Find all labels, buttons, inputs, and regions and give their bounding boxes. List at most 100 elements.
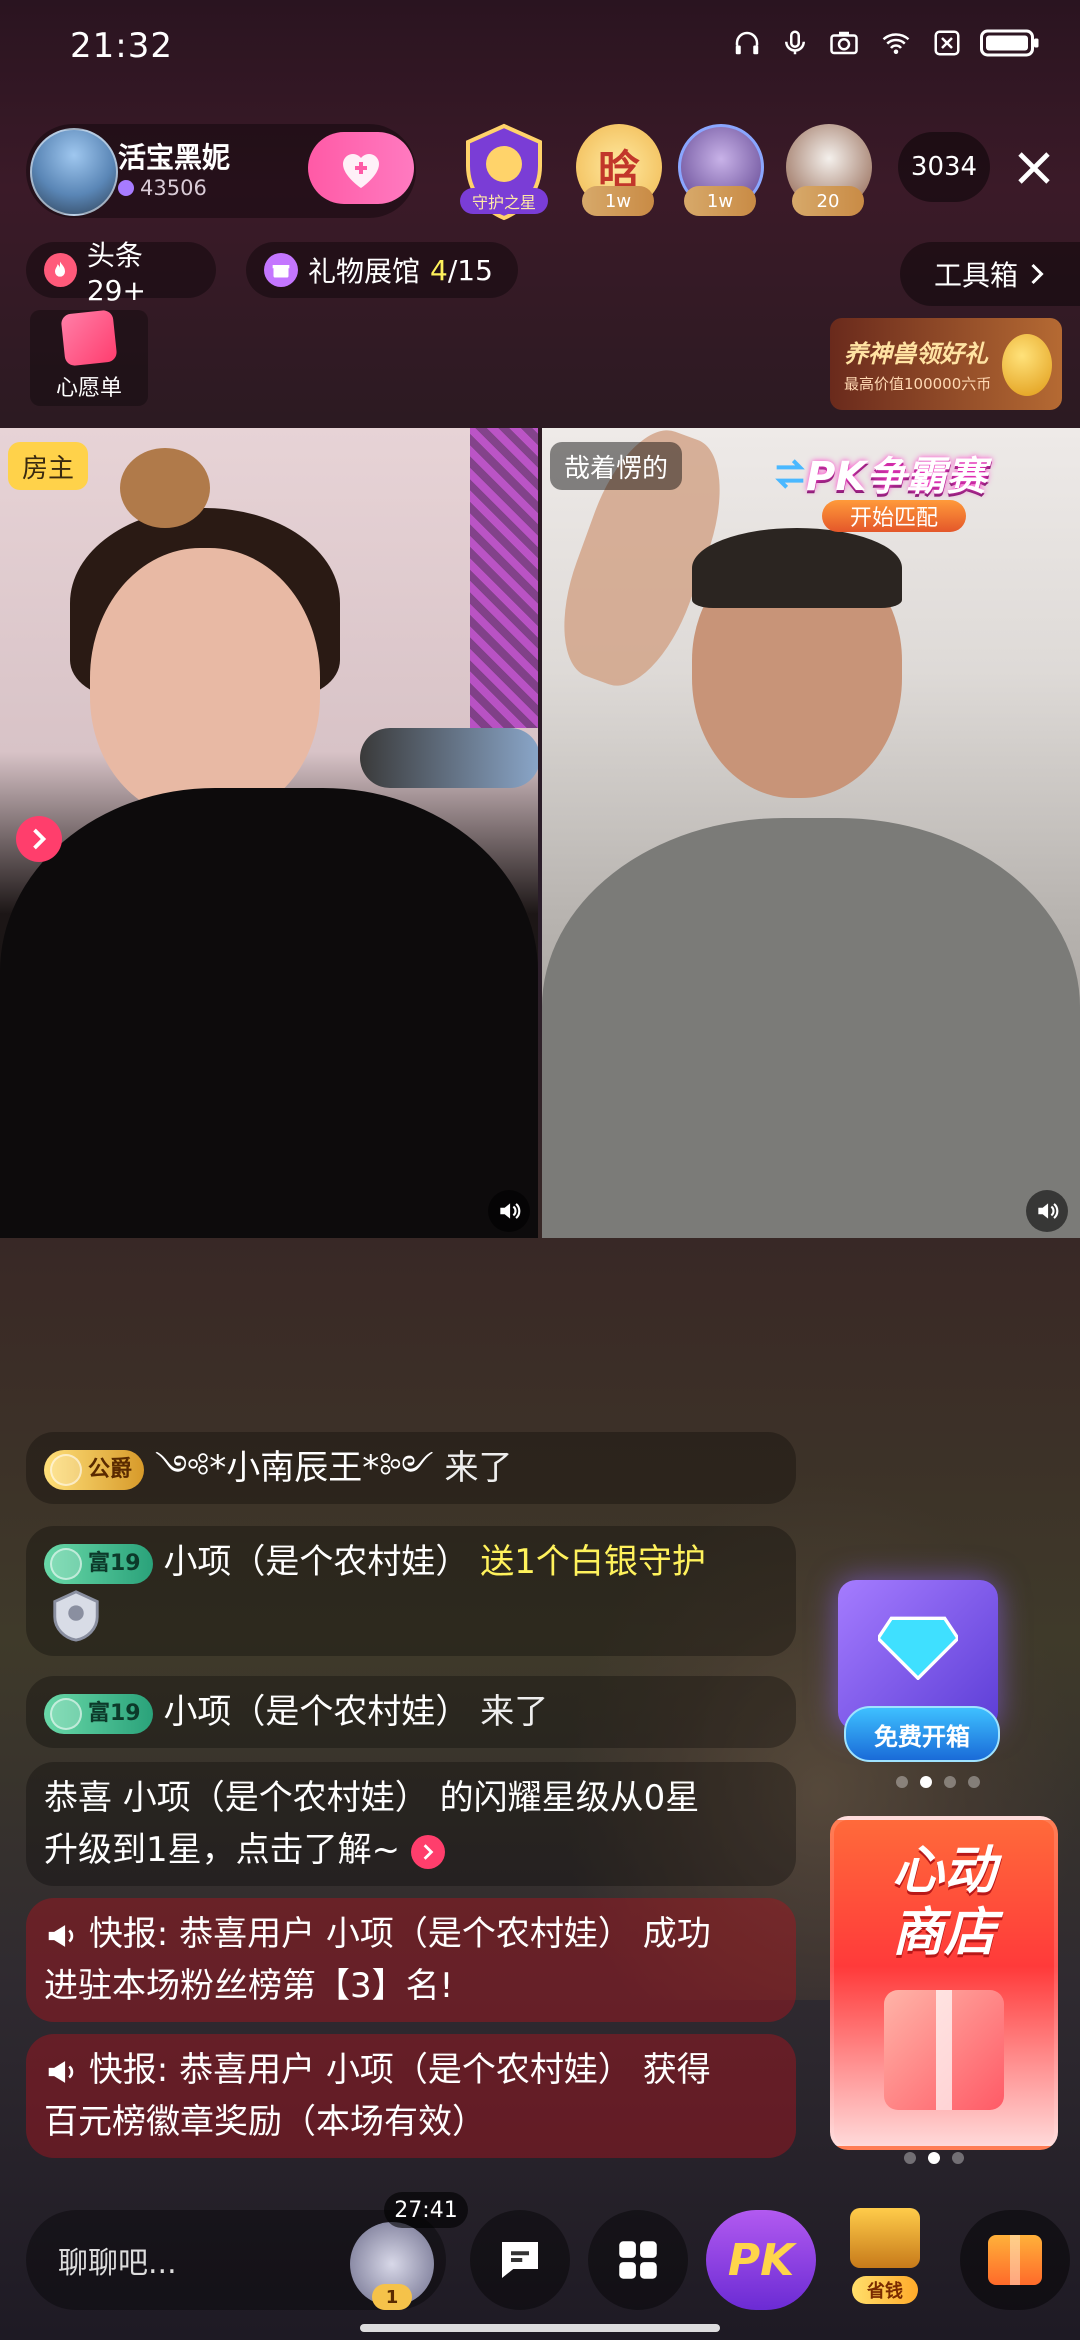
carousel-dot	[952, 2152, 964, 2164]
home-indicator[interactable]	[360, 2324, 720, 2332]
gift-icon	[988, 2235, 1042, 2285]
speaker-icon	[500, 1203, 521, 1219]
wishlist-button[interactable]: 心愿单	[30, 309, 148, 406]
carousel-dots	[896, 1776, 980, 1788]
gift-hall-progress: 4/15	[430, 253, 493, 287]
microphone-prop	[360, 728, 538, 788]
chat-text: 来了	[444, 1448, 513, 1488]
toolbox-label: 工具箱	[933, 259, 1018, 292]
chat-flash-news[interactable]: 快报: 恭喜用户 小项（是个农村娃） 获得 百元榜徽章奖励（本场有效）	[26, 2034, 796, 2158]
guardian-label: 守护之星	[460, 188, 548, 214]
host-fans: 43506	[118, 176, 207, 200]
rich-level-icon	[50, 1547, 82, 1580]
chat-flash-news[interactable]: 快报: 恭喜用户 小项（是个农村娃） 成功 进驻本场粉丝榜第【3】名!	[26, 1898, 796, 2022]
gift-hall-pill[interactable]: 礼物展馆 4/15	[246, 242, 518, 298]
gift-button[interactable]	[960, 2210, 1070, 2310]
megaphone-icon	[48, 1924, 74, 1947]
free-chest-button[interactable]: 免费开箱	[844, 1706, 1000, 1762]
save-label: 省钱	[852, 2276, 918, 2304]
timer-badge: 27:41	[384, 2192, 468, 2228]
peer-video[interactable]	[542, 428, 1080, 1238]
swap-icon	[775, 459, 805, 489]
viewer-count[interactable]: 3034	[898, 132, 990, 202]
chat-message[interactable]: 富19 小项（是个农村娃） 来了	[26, 1676, 796, 1748]
rich-badge: 富19	[44, 1543, 153, 1584]
carousel-dots	[904, 2152, 964, 2164]
diamond-icon	[878, 1616, 958, 1680]
camera-icon	[830, 31, 858, 55]
chat-text: 送1个白银守护	[480, 1542, 706, 1582]
host-video[interactable]	[0, 428, 538, 1238]
follow-button[interactable]	[308, 132, 414, 204]
promo-banner[interactable]: 养神兽领好礼 最高价值100000六币	[830, 318, 1062, 410]
chat-text: 来了	[480, 1692, 549, 1732]
chat-text: 升级到1星，点击了解~	[44, 1830, 401, 1870]
host-figure-body	[0, 788, 538, 1238]
chat-text: 百元榜徽章奖励（本场有效）	[44, 2102, 486, 2142]
grid-icon	[619, 2241, 657, 2279]
sim-off-icon	[934, 30, 960, 56]
decoration	[470, 428, 538, 728]
host-tag: 房主	[8, 442, 89, 490]
danmaku-button[interactable]	[470, 2210, 570, 2310]
heart-shop-banner[interactable]: 心动 商店	[830, 1816, 1058, 2150]
host-audio-toggle[interactable]	[488, 1190, 530, 1232]
chat-message[interactable]: 公爵 ༺*小南辰王*༻ 来了	[26, 1432, 796, 1504]
treasure-chest-icon	[850, 2208, 920, 2268]
chat-text: 快报: 恭喜用户 小项（是个农村娃） 获得	[88, 2050, 711, 2090]
chat-system-message[interactable]: 恭喜 小项（是个农村娃） 的闪耀星级从0星 升级到1星，点击了解~	[26, 1762, 796, 1886]
rich-level-icon	[50, 1697, 82, 1730]
gift-hall-label: 礼物展馆	[308, 255, 421, 288]
megaphone-icon	[48, 2060, 74, 2083]
pk-match-banner[interactable]: PK争霸赛 开始匹配	[770, 444, 1000, 534]
chevron-right-icon[interactable]	[410, 1834, 445, 1869]
host-name: 活宝黑妮	[118, 141, 231, 174]
status-icons	[732, 28, 1040, 58]
more-apps-button[interactable]	[588, 2210, 688, 2310]
rich-badge: 富19	[44, 1693, 153, 1734]
chevron-right-icon	[33, 828, 47, 850]
microphone-icon	[785, 30, 805, 55]
golden-egg-icon	[1002, 334, 1052, 396]
silver-guard-icon	[53, 1590, 99, 1642]
headphones-icon	[735, 31, 759, 55]
carousel-dot	[968, 1776, 980, 1788]
headline-pill[interactable]: 头条29+	[26, 239, 216, 307]
chat-user: ༺*小南辰王*༻	[154, 1448, 445, 1488]
expand-button[interactable]	[16, 816, 62, 862]
peer-tag[interactable]: 哉着愣的	[550, 442, 683, 490]
headline-label: 头条29+	[86, 238, 146, 307]
host-figure-face	[90, 548, 320, 818]
viewer-badge: 1w	[684, 186, 756, 216]
carousel-dot	[896, 1776, 908, 1788]
heart-plus-icon	[343, 154, 379, 188]
close-icon	[1018, 152, 1050, 184]
carousel-dot	[920, 1776, 932, 1788]
save-money-button[interactable]: 省钱	[830, 2200, 940, 2310]
carousel-dot	[944, 1776, 956, 1788]
toolbox-button[interactable]: 工具箱	[900, 242, 1080, 306]
chat-user: 小项（是个农村娃）	[163, 1692, 470, 1732]
guardian-star[interactable]: 守护之星	[452, 120, 556, 224]
fans-icon	[118, 180, 134, 196]
carousel-dot	[904, 2152, 916, 2164]
chat-text: 进驻本场粉丝榜第【3】名!	[44, 1966, 454, 2006]
battery-icon	[980, 29, 1039, 57]
status-time: 21:32	[70, 26, 173, 66]
diamond-icon	[50, 1453, 82, 1486]
pk-button[interactable]: PK	[706, 2210, 816, 2310]
host-figure-bun	[120, 448, 210, 528]
host-avatar[interactable]	[30, 128, 118, 216]
close-button[interactable]	[1010, 144, 1058, 192]
rank-number: 1	[372, 2284, 412, 2310]
chat-user: 小项（是个农村娃）	[163, 1542, 470, 1582]
peer-figure-body	[542, 818, 1080, 1238]
chevron-right-icon	[1031, 263, 1044, 285]
chat-message[interactable]: 富19 小项（是个农村娃） 送1个白银守护	[26, 1526, 796, 1656]
wishlist-icon	[60, 309, 118, 367]
gift-box-icon	[884, 1990, 1004, 2110]
speaker-icon	[1038, 1203, 1059, 1219]
peer-audio-toggle[interactable]	[1026, 1190, 1068, 1232]
pk-title: PK争霸赛	[806, 454, 987, 500]
viewer-badge: 1w	[582, 186, 654, 216]
